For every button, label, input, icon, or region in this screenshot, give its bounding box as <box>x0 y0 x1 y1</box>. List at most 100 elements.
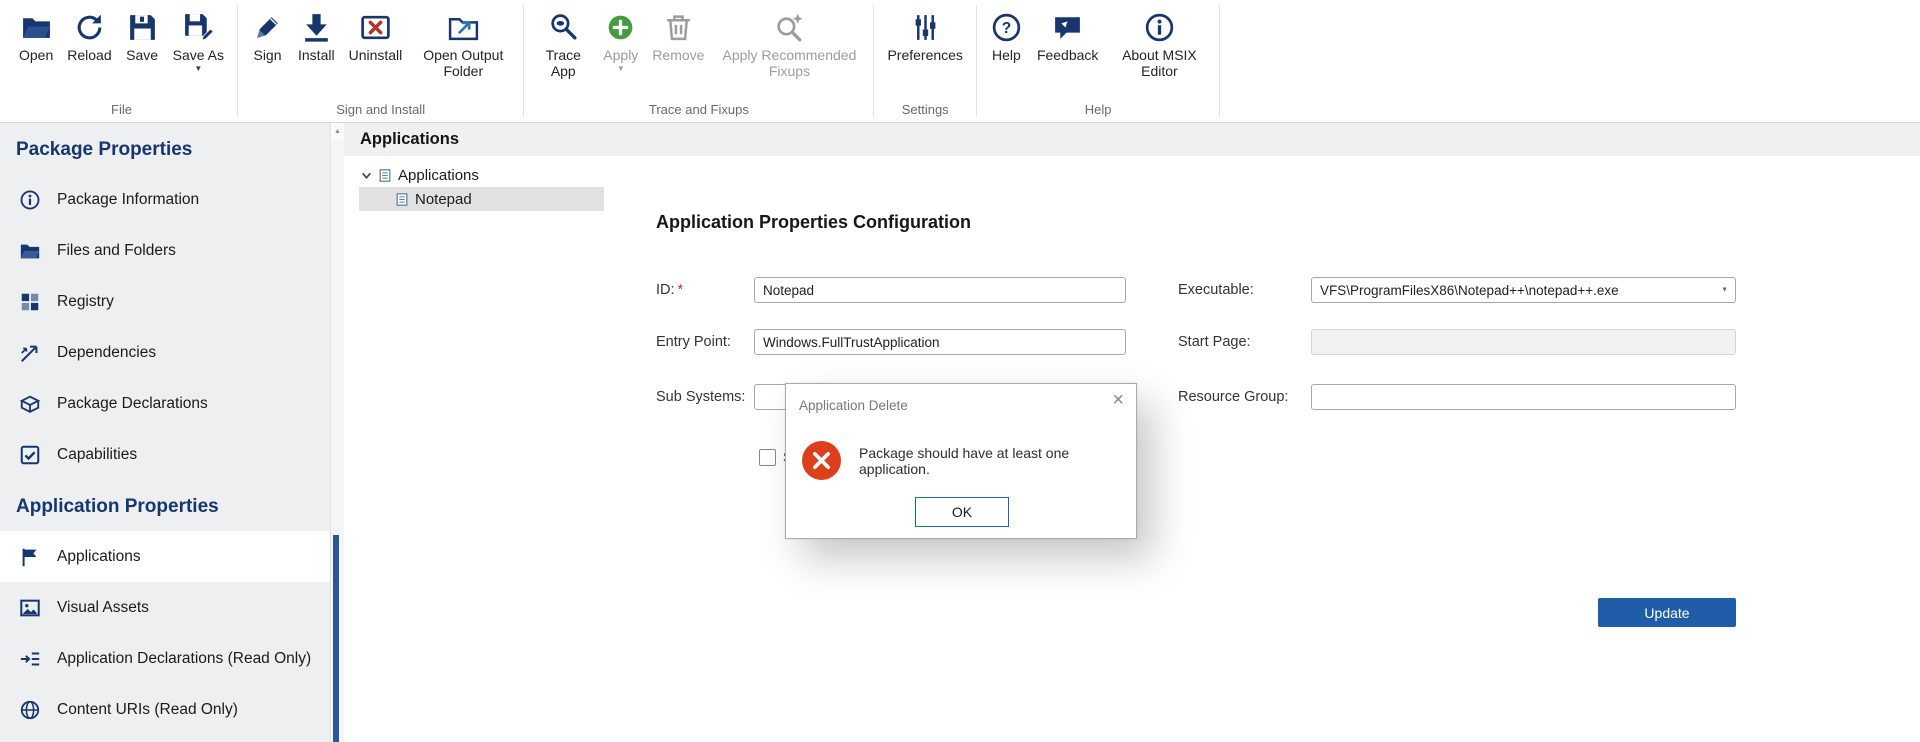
sidebar-item-label: Visual Assets <box>57 599 149 617</box>
package-icon <box>18 392 42 416</box>
registry-icon <box>18 290 42 314</box>
tree-item-label: Notepad <box>415 191 472 208</box>
applications-flag-icon <box>18 545 42 569</box>
install-button[interactable]: Install <box>291 7 342 63</box>
content-header: Applications <box>344 123 1920 156</box>
sidebar-item-label: Applications <box>57 548 141 566</box>
ribbon-separator <box>1219 5 1220 117</box>
sidebar-item-package-information[interactable]: Package Information <box>0 174 330 225</box>
tree-item-notepad[interactable]: Notepad <box>359 187 604 211</box>
uninstall-button[interactable]: Uninstall <box>342 7 410 63</box>
tree-expander-chevron-down-icon[interactable] <box>361 170 372 181</box>
sub-option-checkbox[interactable] <box>759 449 776 466</box>
chevron-down-icon: ▼ <box>194 65 202 73</box>
entry-point-input[interactable] <box>754 329 1126 355</box>
trace-app-button[interactable]: Trace App <box>530 7 596 79</box>
apply-icon <box>604 7 637 47</box>
sidebar-item-registry[interactable]: Registry <box>0 276 330 327</box>
application-delete-dialog: Application Delete × Package should have… <box>785 383 1137 539</box>
open-output-folder-button[interactable]: Open Output Folder <box>409 7 517 79</box>
save-button[interactable]: Save <box>119 7 166 63</box>
ribbon-group-settings: Preferences Settings <box>874 0 975 122</box>
chevron-down-icon: ▼ <box>617 65 625 73</box>
preferences-button-label: Preferences <box>887 47 962 63</box>
id-input[interactable] <box>754 277 1126 303</box>
close-icon[interactable]: × <box>1112 390 1124 410</box>
preferences-button[interactable]: Preferences <box>880 7 969 63</box>
update-button[interactable]: Update <box>1598 598 1736 627</box>
uninstall-button-label: Uninstall <box>349 47 403 63</box>
tree-item-applications[interactable]: Applications <box>359 163 604 187</box>
executable-label: Executable: <box>1178 277 1254 303</box>
sidebar-item-label: Package Information <box>57 191 199 209</box>
install-button-label: Install <box>298 47 335 63</box>
applications-tree: Applications Notepad <box>359 163 604 211</box>
about-msix-editor-button-label: About MSIX Editor <box>1112 47 1206 79</box>
scroll-up-arrow-icon[interactable]: ▲ <box>331 123 344 140</box>
ribbon-group-file-label: File <box>6 100 237 122</box>
ribbon-group-help-label: Help <box>977 100 1219 122</box>
help-icon: ? <box>990 7 1023 47</box>
open-button-label: Open <box>19 47 53 63</box>
main-content: Applications Applications <box>344 123 1920 742</box>
save-as-icon <box>182 7 215 47</box>
sidebar-item-visual-assets[interactable]: Visual Assets <box>0 582 330 633</box>
ribbon-group-file-buttons: Open Reload Save <box>6 0 237 100</box>
ribbon: Open Reload Save <box>0 0 1920 123</box>
save-button-label: Save <box>126 47 158 63</box>
preferences-icon <box>909 7 942 47</box>
help-button-label: Help <box>992 47 1021 63</box>
apply-button: Apply ▼ <box>596 7 645 73</box>
sidebar-item-label: Capabilities <box>57 446 137 464</box>
sidebar-section-application-properties: Application Properties <box>0 480 330 531</box>
open-button[interactable]: Open <box>12 7 60 63</box>
sidebar-item-applications[interactable]: Applications <box>0 531 330 582</box>
sidebar-item-label: Registry <box>57 293 114 311</box>
tree-item-label: Applications <box>398 167 479 184</box>
workspace: Package Properties Package Information F… <box>0 123 1920 742</box>
sub-systems-label: Sub Systems: <box>656 384 745 410</box>
dialog-title: Application Delete <box>799 398 908 413</box>
start-page-label: Start Page: <box>1178 329 1251 355</box>
executable-value: VFS\ProgramFilesX86\Notepad++\notepad++.… <box>1320 283 1619 298</box>
save-as-button[interactable]: Save As ▼ <box>166 7 231 73</box>
apply-recommended-fixups-button-label: Apply Recommended Fixups <box>718 47 860 79</box>
sidebar-item-dependencies[interactable]: Dependencies <box>0 327 330 378</box>
executable-combobox[interactable]: VFS\ProgramFilesX86\Notepad++\notepad++.… <box>1311 277 1736 303</box>
sidebar: Package Properties Package Information F… <box>0 123 330 742</box>
sidebar-item-application-declarations[interactable]: Application Declarations (Read Only) <box>0 633 330 684</box>
combo-chevron-down-icon[interactable]: ▼ <box>1721 287 1728 294</box>
ok-button[interactable]: OK <box>915 497 1009 527</box>
capabilities-checkbox-icon <box>18 443 42 467</box>
scrollbar-thumb[interactable] <box>333 535 339 742</box>
reload-button[interactable]: Reload <box>60 7 118 63</box>
sign-button-label: Sign <box>253 47 281 63</box>
trace-app-icon <box>547 7 580 47</box>
help-button[interactable]: ? Help <box>983 7 1030 63</box>
resource-group-input[interactable] <box>1311 384 1736 410</box>
about-msix-editor-button[interactable]: About MSIX Editor <box>1105 7 1213 79</box>
sidebar-item-capabilities[interactable]: Capabilities <box>0 429 330 480</box>
msix-editor-window: Open Reload Save <box>0 0 1920 742</box>
apply-button-label: Apply <box>603 47 638 63</box>
ribbon-group-settings-label: Settings <box>874 100 975 122</box>
sidebar-item-package-declarations[interactable]: Package Declarations <box>0 378 330 429</box>
ribbon-group-file: Open Reload Save <box>6 0 237 122</box>
content-header-title: Applications <box>360 130 459 149</box>
ribbon-group-sign-install-buttons: Sign Install Uninstall <box>238 0 523 100</box>
feedback-button[interactable]: Feedback <box>1030 7 1105 63</box>
sign-button[interactable]: Sign <box>244 7 291 63</box>
dialog-message: Package should have at least one applica… <box>859 440 1136 481</box>
sidebar-item-label: Files and Folders <box>57 242 176 260</box>
open-icon <box>20 7 53 47</box>
apply-recommended-fixups-icon <box>773 7 806 47</box>
ribbon-group-trace-fixups-label: Trace and Fixups <box>524 100 873 122</box>
open-output-folder-icon <box>447 7 480 47</box>
sidebar-scrollbar[interactable]: ▲ <box>330 123 344 742</box>
reload-button-label: Reload <box>67 47 111 63</box>
trace-app-button-label: Trace App <box>537 47 589 79</box>
sidebar-item-files-and-folders[interactable]: Files and Folders <box>0 225 330 276</box>
ribbon-group-help-buttons: ? Help Feedback About MSIX Editor <box>977 0 1219 100</box>
sidebar-item-content-uris[interactable]: Content URIs (Read Only) <box>0 684 330 735</box>
dependencies-icon <box>18 341 42 365</box>
